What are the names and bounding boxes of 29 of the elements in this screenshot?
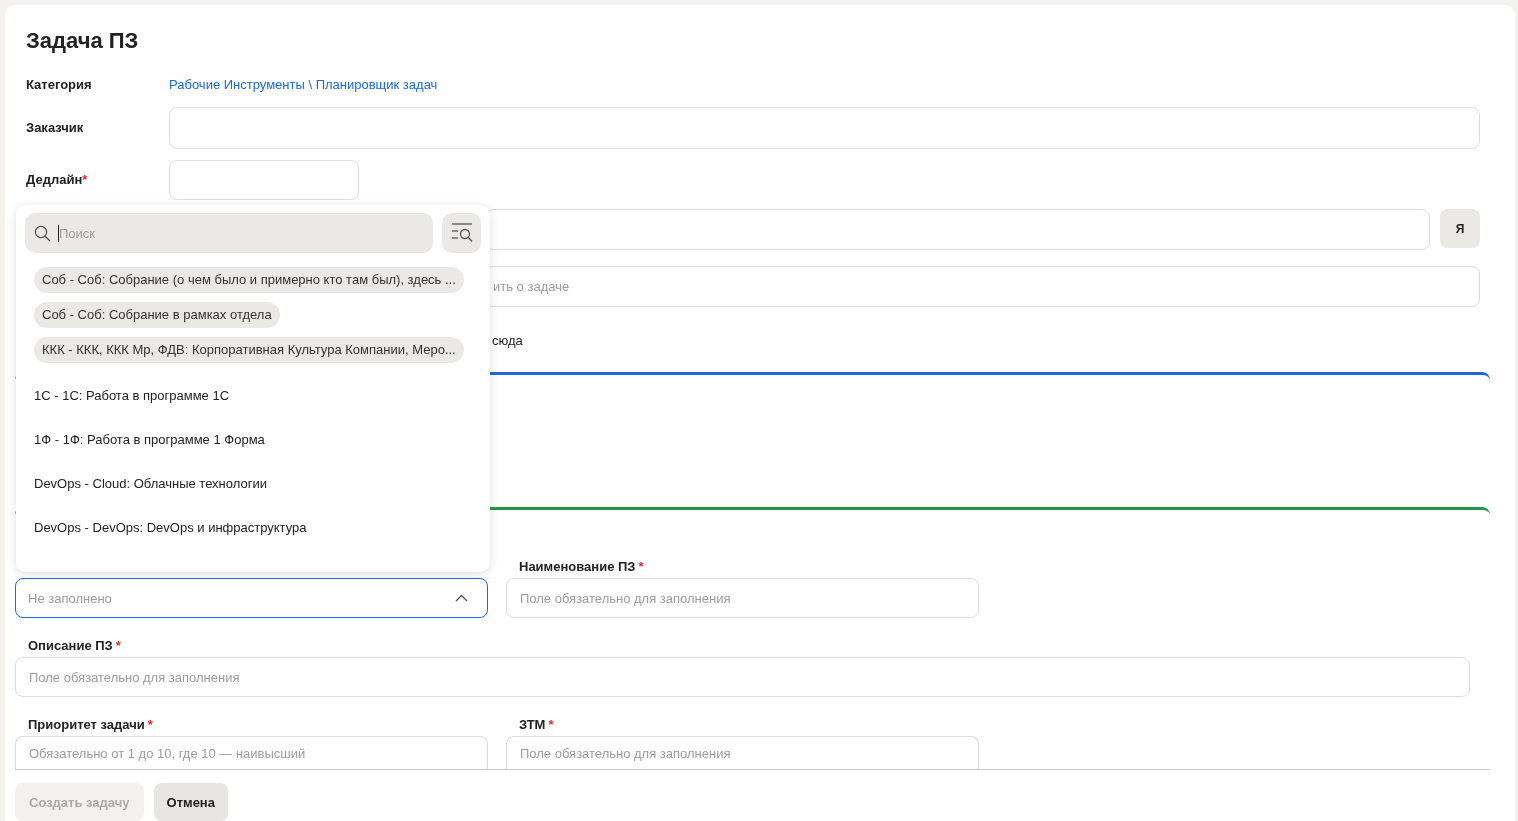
input-field[interactable] <box>169 107 1480 149</box>
field-label: Приоритет задачи * <box>28 717 153 732</box>
input-field[interactable]: Поле обязательно для заполнения <box>15 657 1470 697</box>
list-option[interactable]: DevOps - DevOps: DevOps и инфраструктура <box>34 506 307 550</box>
list-option[interactable]: 1Ф - 1Ф: Работа в программе 1 Форма <box>34 418 265 462</box>
me-button[interactable]: Я <box>1440 209 1480 248</box>
search-icon <box>34 224 51 242</box>
field-label: Описание ПЗ * <box>28 638 121 653</box>
chevron-up-icon <box>455 594 468 602</box>
field-label: Дедлайн* <box>26 171 88 189</box>
list-option[interactable]: DevOps - Cloud: Облачные технологии <box>34 462 267 506</box>
list-option[interactable]: Соб - Соб: Собрание (о чем было и примерно кто там был), здесь ... <box>34 267 464 293</box>
list-option[interactable]: Соб - Соб: Собрание в рамках отдела <box>34 302 280 328</box>
date-field[interactable] <box>169 160 359 200</box>
filter-search-icon <box>450 223 473 243</box>
list-option[interactable]: ККК - ККК, ККК Мр, ФДВ: Корпоративная Культура Компании, Меро... <box>34 337 464 363</box>
hint-text: сюда <box>491 332 523 350</box>
input-field[interactable]: Обязательно от 1 до 10, где 10 — наивысший <box>15 736 488 769</box>
cancel-button[interactable]: Отмена <box>153 783 228 821</box>
category-link[interactable]: Рабочие Инструменты \ Планировщик задач <box>169 76 438 94</box>
input-field[interactable]: Поле обязательно для заполнения <box>506 736 979 769</box>
filter-button[interactable] <box>442 213 481 253</box>
field-label: ЗТМ * <box>519 717 554 732</box>
input-field[interactable]: Поле обязательно для заполнения <box>506 578 979 618</box>
field-label: Заказчик <box>26 119 84 137</box>
field-label: Категория <box>26 76 92 94</box>
list-option[interactable]: 1С - 1С: Работа в программе 1С <box>34 374 230 418</box>
field-label: Наименование ПЗ * <box>519 559 644 574</box>
page-title: Задача ПЗ <box>26 27 139 55</box>
